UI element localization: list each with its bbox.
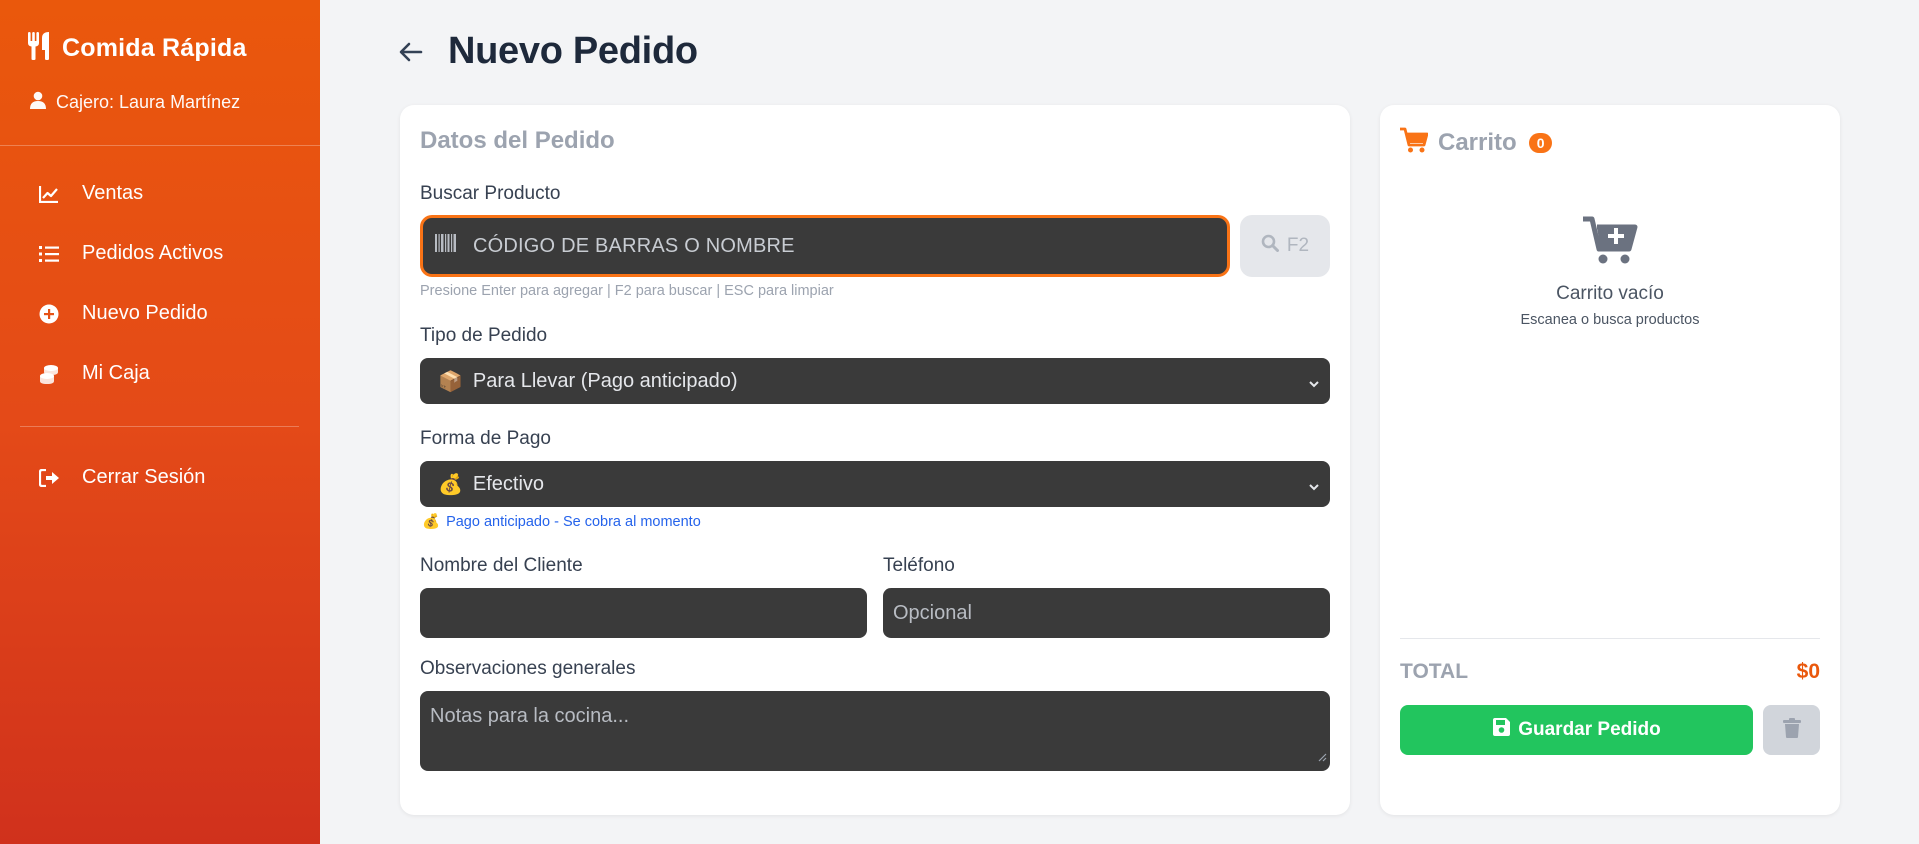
cart-divider xyxy=(1400,638,1820,639)
payment-label: Forma de Pago xyxy=(420,428,551,449)
shopping-cart-icon xyxy=(1400,127,1429,158)
search-icon xyxy=(1261,234,1279,258)
coins-icon xyxy=(38,363,60,385)
brand-title: Comida Rápida xyxy=(62,34,247,62)
cart-count-badge: 0 xyxy=(1528,132,1553,153)
logout-button[interactable]: Cerrar Sesión xyxy=(38,466,205,489)
order-form-card: Datos del Pedido Buscar Producto CÓDIGO … xyxy=(400,105,1350,815)
search-placeholder: CÓDIGO DE BARRAS O NOMBRE xyxy=(473,234,795,257)
user-icon xyxy=(30,91,46,114)
chevron-down-icon xyxy=(1308,476,1320,499)
phone-placeholder: Opcional xyxy=(893,601,972,624)
sidebar-item-nuevo-pedido[interactable]: Nuevo Pedido xyxy=(38,302,208,325)
notes-label: Observaciones generales xyxy=(420,658,636,679)
chevron-down-icon xyxy=(1308,373,1320,396)
save-order-label: Guardar Pedido xyxy=(1518,719,1661,740)
page-title: Nuevo Pedido xyxy=(448,30,698,72)
brand: Comida Rápida xyxy=(28,32,247,65)
sidebar-divider xyxy=(20,426,299,427)
phone-input[interactable]: Opcional xyxy=(883,588,1330,638)
cashier-name: Cajero: Laura Martínez xyxy=(56,92,241,112)
payment-value: Efectivo xyxy=(472,472,545,495)
save-icon xyxy=(1492,718,1511,742)
resize-grip-icon[interactable] xyxy=(1318,745,1327,768)
payment-select[interactable]: 💰 Efectivo xyxy=(420,461,1330,507)
sidebar-divider xyxy=(0,145,320,146)
cart-empty-title: Carrito vacío xyxy=(1556,283,1664,304)
payment-note-text: Pago anticipado - Se cobra al momento xyxy=(446,513,701,530)
sidebar-item-label: Ventas xyxy=(82,182,144,204)
money-bag-icon: 💰 xyxy=(422,514,441,530)
chart-line-icon xyxy=(38,183,60,205)
page-header: Nuevo Pedido xyxy=(396,30,698,73)
sidebar-item-label: Pedidos Activos xyxy=(82,242,224,264)
cashier-info: Cajero: Laura Martínez xyxy=(30,91,240,114)
f2-label: F2 xyxy=(1286,235,1310,256)
order-type-label: Tipo de Pedido xyxy=(420,325,548,346)
search-input[interactable]: CÓDIGO DE BARRAS O NOMBRE xyxy=(420,215,1230,277)
cart-card: Carrito 0 Carrito vacío Escanea o busca … xyxy=(1380,105,1840,815)
cart-empty-subtitle: Escanea o busca productos xyxy=(1520,312,1700,328)
order-card-title: Datos del Pedido xyxy=(420,127,615,154)
notes-textarea[interactable]: Notas para la cocina... xyxy=(420,691,1330,771)
total-value: $0 xyxy=(1796,660,1820,683)
search-hint: Presione Enter para agregar | F2 para bu… xyxy=(420,283,834,299)
plus-circle-icon xyxy=(38,303,60,325)
save-order-button[interactable]: Guardar Pedido xyxy=(1400,705,1753,755)
sidebar-item-pedidos-activos[interactable]: Pedidos Activos xyxy=(38,242,223,265)
cart-header: Carrito 0 xyxy=(1400,127,1553,158)
sidebar-item-label: Nuevo Pedido xyxy=(82,302,208,324)
package-icon: 📦 xyxy=(438,370,463,393)
list-icon xyxy=(38,243,60,265)
logout-icon xyxy=(38,467,60,489)
sidebar-item-label: Mi Caja xyxy=(82,362,150,384)
search-f2-button[interactable]: F2 xyxy=(1240,215,1330,277)
phone-label: Teléfono xyxy=(883,555,955,576)
money-bag-icon: 💰 xyxy=(438,473,463,496)
notes-placeholder: Notas para la cocina... xyxy=(430,705,629,727)
total-label: TOTAL xyxy=(1400,660,1469,683)
sidebar-item-mi-caja[interactable]: Mi Caja xyxy=(38,362,150,385)
barcode-icon xyxy=(435,234,457,258)
clear-cart-button[interactable] xyxy=(1763,705,1820,755)
customer-name-input[interactable] xyxy=(420,588,867,638)
arrow-left-icon[interactable] xyxy=(396,37,426,67)
sidebar-item-ventas[interactable]: Ventas xyxy=(38,182,143,205)
search-label: Buscar Producto xyxy=(420,183,561,204)
utensils-icon xyxy=(28,32,50,65)
sidebar: Comida Rápida Cajero: Laura Martínez Ven… xyxy=(0,0,320,844)
order-type-value: Para Llevar (Pago anticipado) xyxy=(472,369,738,392)
cart-plus-icon xyxy=(1583,215,1639,270)
payment-note: 💰 Pago anticipado - Se cobra al momento xyxy=(422,513,701,531)
order-type-select[interactable]: 📦 Para Llevar (Pago anticipado) xyxy=(420,358,1330,404)
logout-label: Cerrar Sesión xyxy=(82,466,206,488)
trash-icon xyxy=(1782,717,1801,743)
cart-title: Carrito xyxy=(1438,128,1517,156)
customer-name-label: Nombre del Cliente xyxy=(420,555,583,576)
